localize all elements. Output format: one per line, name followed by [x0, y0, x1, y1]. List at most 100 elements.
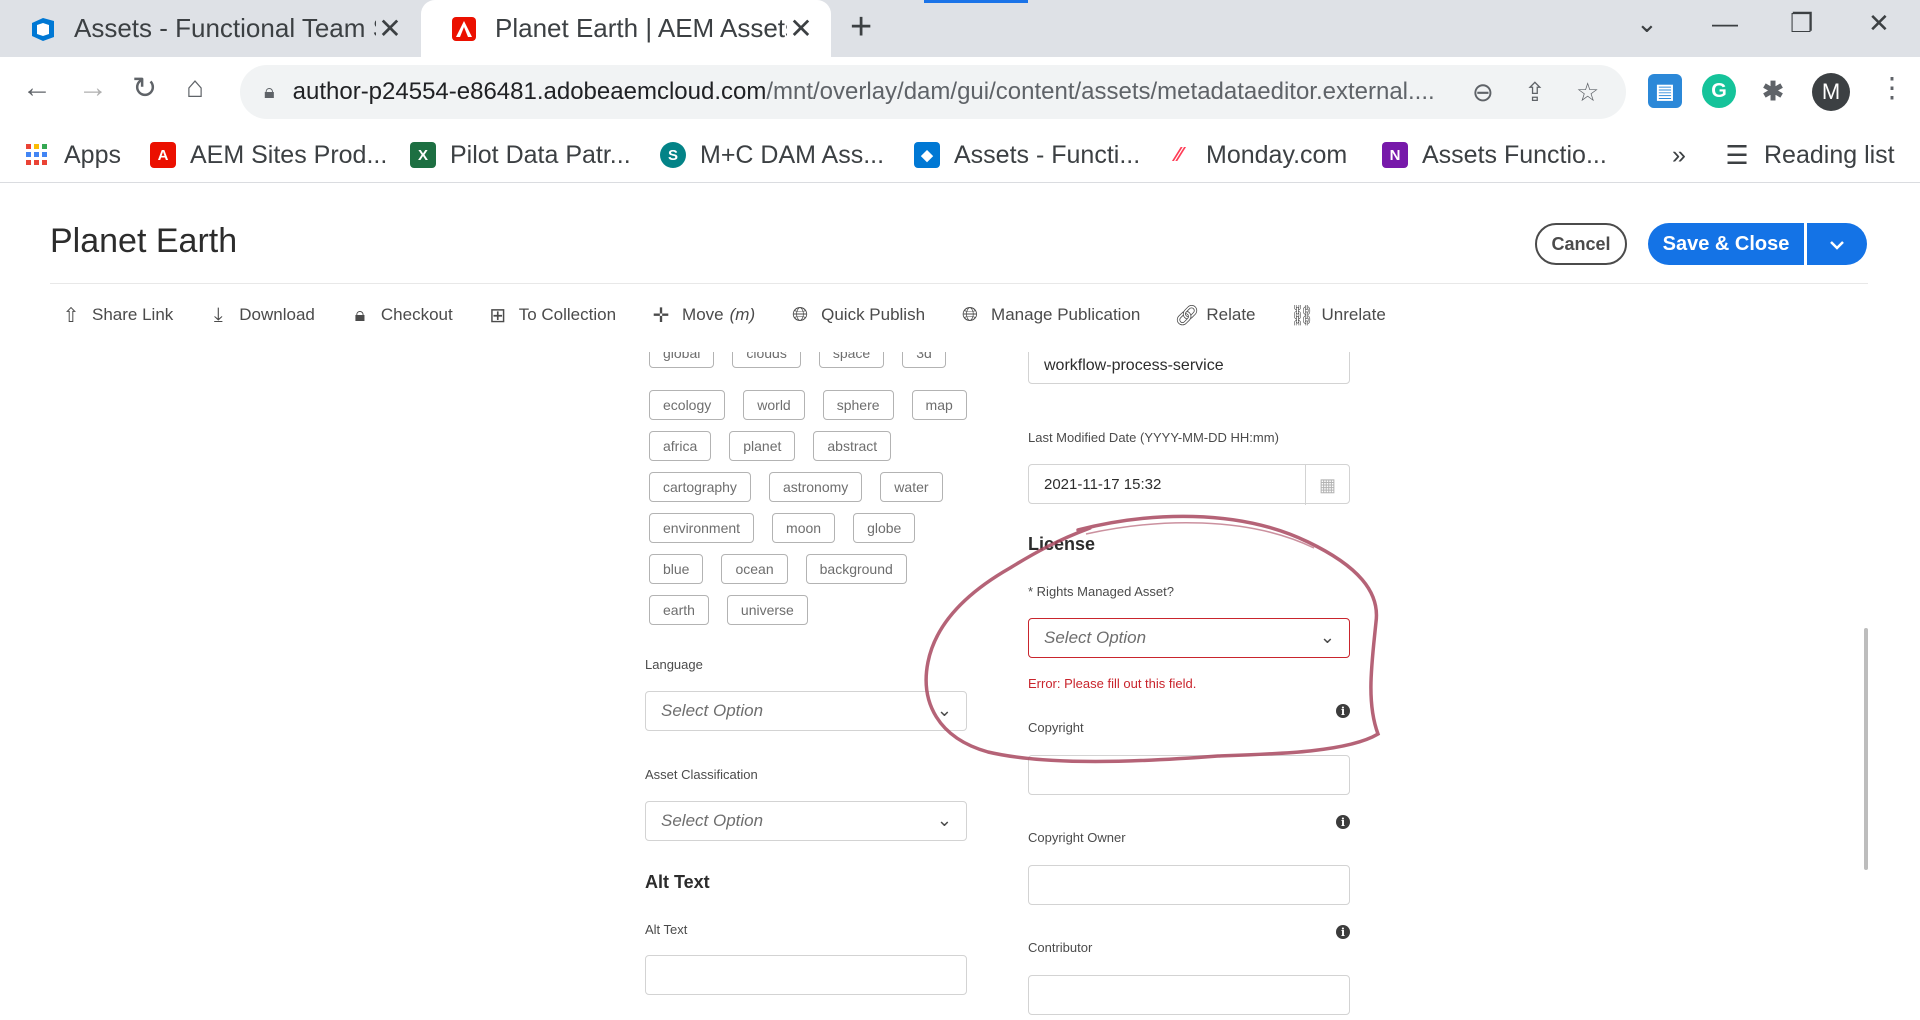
asset-classification-select[interactable]: Select Option ⌄	[645, 801, 967, 841]
save-options-button[interactable]	[1807, 223, 1867, 265]
tag-chip[interactable]: earth	[649, 595, 709, 625]
share-link-button[interactable]: ⇧ Share Link	[60, 303, 174, 328]
puzzle-icon[interactable]: ✱	[1756, 74, 1790, 108]
tag-row: blue ocean background	[649, 554, 925, 584]
copyright-owner-input[interactable]	[1028, 865, 1350, 905]
page-title: Planet Earth	[50, 222, 238, 260]
tag-chip[interactable]: clouds	[732, 352, 801, 368]
bookmark-pilot-data[interactable]: X Pilot Data Patr...	[410, 135, 631, 175]
tag-chip[interactable]: abstract	[813, 431, 892, 461]
scrollbar-thumb[interactable]	[1864, 628, 1868, 870]
grammarly-icon[interactable]: G	[1702, 74, 1736, 108]
tag-chip[interactable]: blue	[649, 554, 704, 584]
tag-chip[interactable]: sphere	[822, 390, 894, 420]
adobe-icon	[449, 14, 479, 44]
bookmark-apps[interactable]: Apps	[24, 135, 121, 175]
metadata-form[interactable]: global clouds space 3d ecology world sph…	[0, 352, 1868, 1020]
info-icon[interactable]: i	[1336, 925, 1350, 939]
to-collection-button[interactable]: ⊞ To Collection	[487, 303, 616, 328]
relate-button[interactable]: 🔗︎ Relate	[1174, 303, 1255, 328]
azure-devops-icon: ◆	[914, 142, 940, 168]
contributor-label: Contributor	[1028, 940, 1093, 955]
lock-icon: 🔒︎	[264, 80, 275, 103]
zoom-icon[interactable]: ⊖	[1472, 77, 1494, 108]
tab-search-icon[interactable]: ⌄	[1636, 8, 1658, 39]
tag-chip[interactable]: environment	[649, 513, 755, 543]
tag-row: environment moon globe	[649, 513, 933, 543]
last-modified-label: Last Modified Date (YYYY-MM-DD HH:mm)	[1028, 430, 1279, 445]
reload-icon[interactable]: ↻	[132, 71, 157, 106]
tag-chip[interactable]: global	[649, 352, 715, 368]
tab-planet-earth[interactable]: Planet Earth | AEM Assets ✕	[421, 0, 831, 57]
tag-chip[interactable]: 3d	[902, 352, 946, 368]
cancel-button[interactable]: Cancel	[1535, 223, 1627, 265]
home-icon[interactable]: ⌂	[186, 71, 204, 105]
tag-chip[interactable]: universe	[726, 595, 808, 625]
tag-chip[interactable]: background	[805, 554, 907, 584]
tag-chip[interactable]: astronomy	[768, 472, 863, 502]
lock-icon: 🔒︎	[354, 303, 366, 326]
bookmark-assets-functio[interactable]: N Assets Functio...	[1382, 135, 1607, 175]
calendar-icon[interactable]: ▦	[1305, 465, 1349, 505]
globe-icon: 🌐︎	[792, 303, 809, 326]
alt-text-heading: Alt Text	[645, 872, 710, 892]
bookmark-aem-sites[interactable]: A AEM Sites Prod...	[150, 135, 387, 175]
restore-icon[interactable]: ❐	[1790, 8, 1813, 39]
bookmark-mc-dam[interactable]: S M+C DAM Ass...	[660, 135, 884, 175]
alt-text-input[interactable]	[645, 955, 967, 995]
extension-icon[interactable]: ▤	[1648, 74, 1682, 108]
tag-row: ecology world sphere map	[649, 390, 985, 420]
forward-icon[interactable]: →	[78, 71, 108, 105]
tag-row: africa planet abstract	[649, 431, 909, 461]
address-bar[interactable]: 🔒︎ author-p24554-e86481.adobeaemcloud.co…	[240, 65, 1626, 119]
collection-add-icon: ⊞	[489, 304, 507, 327]
tag-chip[interactable]: space	[818, 352, 885, 368]
adobe-icon: A	[150, 142, 176, 168]
share-icon[interactable]: ⇪	[1524, 77, 1546, 108]
globe-clock-icon: 🌐︎	[962, 303, 979, 326]
bookmark-assets-functi[interactable]: ◆ Assets - Functi...	[914, 135, 1140, 175]
tag-chip[interactable]: planet	[729, 431, 796, 461]
tag-chip[interactable]: ocean	[721, 554, 788, 584]
url-text: author-p24554-e86481.adobeaemcloud.com/m…	[292, 78, 1435, 105]
close-icon[interactable]: ✕	[787, 12, 815, 45]
checkout-button[interactable]: 🔒︎ Checkout	[349, 304, 453, 327]
modified-by-field[interactable]: workflow-process-service	[1028, 352, 1350, 384]
avatar[interactable]: M	[1812, 73, 1850, 111]
onenote-icon: N	[1382, 142, 1408, 168]
download-button[interactable]: ⤓ Download	[207, 304, 315, 327]
tag-chip[interactable]: water	[880, 472, 943, 502]
bookmarks-overflow-icon[interactable]: »	[1672, 135, 1686, 175]
tab-assets-functional[interactable]: Assets - Functional Team S ✕	[0, 0, 420, 57]
move-button[interactable]: ✛ Move (m)	[650, 303, 755, 328]
contributor-input[interactable]	[1028, 975, 1350, 1015]
reading-list[interactable]: ☰ Reading list	[1724, 135, 1894, 175]
tag-chip[interactable]: africa	[649, 431, 712, 461]
close-icon[interactable]: ✕	[376, 12, 404, 45]
close-window-icon[interactable]: ✕	[1868, 8, 1890, 39]
manage-publication-button[interactable]: 🌐︎ Manage Publication	[959, 304, 1140, 327]
azure-devops-icon	[28, 14, 58, 44]
minimize-icon[interactable]: —	[1712, 8, 1738, 39]
quick-publish-button[interactable]: 🌐︎ Quick Publish	[789, 304, 925, 327]
tag-chip[interactable]: map	[911, 390, 967, 420]
info-icon[interactable]: i	[1336, 815, 1350, 829]
tag-chip[interactable]: cartography	[649, 472, 751, 502]
tag-chip[interactable]: moon	[772, 513, 836, 543]
last-modified-field[interactable]: 2021-11-17 15:32 ▦	[1028, 464, 1350, 505]
bookmarks-bar: Apps A AEM Sites Prod... X Pilot Data Pa…	[0, 127, 1920, 183]
unrelate-button[interactable]: ⛓ Unrelate	[1290, 303, 1386, 328]
tag-chip[interactable]: world	[743, 390, 805, 420]
tag-chip[interactable]: globe	[853, 513, 916, 543]
bookmark-star-icon[interactable]: ☆	[1576, 77, 1599, 108]
tag-chip[interactable]: ecology	[649, 390, 726, 420]
save-close-button[interactable]: Save & Close	[1648, 223, 1804, 265]
back-icon[interactable]: ←	[22, 71, 52, 105]
tab-title: Planet Earth | AEM Assets	[495, 13, 787, 43]
new-tab-icon[interactable]: +	[850, 6, 872, 49]
menu-icon[interactable]: ⋮	[1878, 71, 1906, 104]
alt-text-label: Alt Text	[645, 922, 688, 937]
download-icon: ⤓	[213, 303, 223, 326]
bookmark-monday[interactable]: ⁄⁄ Monday.com	[1166, 135, 1348, 175]
browser-toolbar: ← → ↻ ⌂ 🔒︎ author-p24554-e86481.adobeaem…	[0, 57, 1920, 127]
